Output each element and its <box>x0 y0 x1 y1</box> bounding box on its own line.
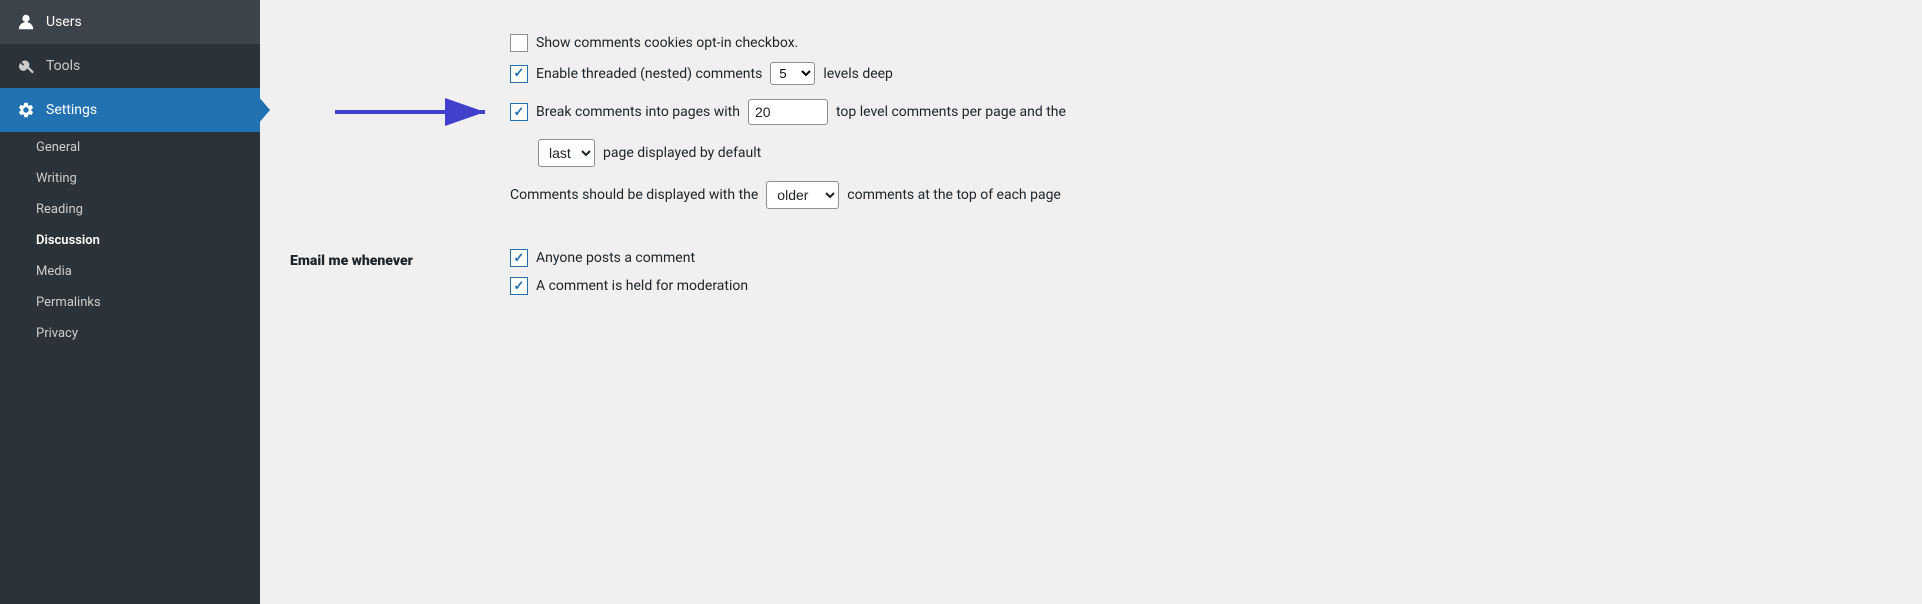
submenu-item-discussion[interactable]: Discussion <box>0 225 260 256</box>
submenu-item-privacy[interactable]: Privacy <box>0 318 260 349</box>
held-moderation-checkbox[interactable] <box>510 277 528 295</box>
submenu-item-reading[interactable]: Reading <box>0 194 260 225</box>
show-cookies-checkbox[interactable] <box>510 34 528 52</box>
held-moderation-line: A comment is held for moderation <box>510 277 1892 295</box>
sidebar-item-users[interactable]: Users <box>0 0 260 44</box>
settings-icon <box>16 100 36 120</box>
break-comments-label-before: Break comments into pages with <box>536 104 740 120</box>
submenu-item-permalinks[interactable]: Permalinks <box>0 287 260 318</box>
anyone-posts-label: Anyone posts a comment <box>536 250 695 266</box>
comment-settings-row: Show comments cookies opt-in checkbox. E… <box>290 24 1892 219</box>
submenu-item-writing[interactable]: Writing <box>0 163 260 194</box>
show-cookies-line: Show comments cookies opt-in checkbox. <box>510 34 1892 52</box>
comments-order-label-after: comments at the top of each page <box>847 187 1061 203</box>
comment-settings-label <box>290 34 510 38</box>
comments-order-line: Comments should be displayed with the ol… <box>510 181 1892 209</box>
comments-order-label-before: Comments should be displayed with the <box>510 187 758 203</box>
email-settings-label: Email me whenever <box>290 249 510 269</box>
sidebar-item-settings-label: Settings <box>46 102 97 118</box>
sidebar: Users Tools Settings General Writing Rea… <box>0 0 260 604</box>
page-display-select[interactable]: last first <box>538 139 595 167</box>
threaded-comments-checkbox[interactable] <box>510 65 528 83</box>
submenu-item-general[interactable]: General <box>0 132 260 163</box>
comment-settings-control: Show comments cookies opt-in checkbox. E… <box>510 34 1892 209</box>
wrench-icon <box>16 56 36 76</box>
held-moderation-label: A comment is held for moderation <box>536 278 748 294</box>
sidebar-item-tools[interactable]: Tools <box>0 44 260 88</box>
settings-submenu: General Writing Reading Discussion Media… <box>0 132 260 349</box>
threaded-comments-line: Enable threaded (nested) comments 5 1 2 … <box>510 62 1892 85</box>
threaded-comments-label-after: levels deep <box>823 66 893 82</box>
main-content: Show comments cookies opt-in checkbox. E… <box>260 0 1922 604</box>
anyone-posts-line: Anyone posts a comment <box>510 249 1892 267</box>
break-comments-arrow <box>330 97 500 127</box>
submenu-item-media[interactable]: Media <box>0 256 260 287</box>
show-cookies-label: Show comments cookies opt-in checkbox. <box>536 35 798 51</box>
sidebar-item-tools-label: Tools <box>46 58 80 74</box>
break-comments-line: Break comments into pages with top level… <box>510 99 1892 125</box>
anyone-posts-checkbox[interactable] <box>510 249 528 267</box>
sidebar-item-users-label: Users <box>46 14 82 30</box>
comments-order-select[interactable]: older newer <box>766 181 839 209</box>
page-display-label: page displayed by default <box>603 145 761 161</box>
page-display-line: last first page displayed by default <box>510 139 1892 167</box>
email-settings-row: Email me whenever Anyone posts a comment… <box>290 239 1892 305</box>
sidebar-item-settings[interactable]: Settings <box>0 88 260 132</box>
threaded-comments-label-before: Enable threaded (nested) comments <box>536 66 762 82</box>
break-comments-input[interactable] <box>748 99 828 125</box>
email-settings-control: Anyone posts a comment A comment is held… <box>510 249 1892 295</box>
break-comments-checkbox[interactable] <box>510 103 528 121</box>
user-icon <box>16 12 36 32</box>
break-comments-label-after: top level comments per page and the <box>836 104 1066 120</box>
threaded-comments-select[interactable]: 5 1 2 3 4 6 7 8 9 10 <box>770 62 815 85</box>
